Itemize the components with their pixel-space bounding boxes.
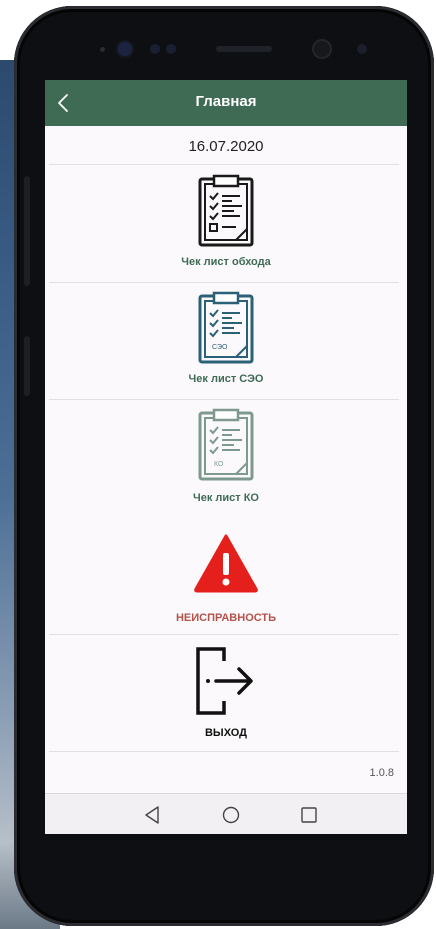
triangle-back-icon bbox=[145, 806, 159, 824]
sensor-dot bbox=[166, 44, 176, 54]
app-version: 1.0.8 bbox=[369, 767, 394, 779]
system-navbar bbox=[45, 793, 407, 834]
clipboard-code-text: СЭО bbox=[212, 344, 228, 351]
nav-recents-button[interactable] bbox=[284, 794, 334, 834]
clipboard-checklist-icon bbox=[198, 174, 254, 247]
current-date: 16.07.2020 bbox=[188, 138, 264, 155]
divider bbox=[49, 164, 399, 165]
divider bbox=[49, 751, 399, 752]
front-camera-icon bbox=[118, 42, 132, 56]
checklist-walk-label: Чек лист обхода bbox=[181, 256, 271, 268]
checklist-seo-label: Чек лист СЭО bbox=[188, 373, 264, 385]
checklist-walk-button[interactable]: Чек лист обхода bbox=[45, 166, 407, 282]
earpiece-speaker bbox=[216, 46, 272, 52]
side-button bbox=[24, 336, 30, 396]
app-screen: Главная 16.07.2020 Чек лист обхода СЭО Ч… bbox=[45, 80, 407, 834]
logout-icon bbox=[196, 647, 253, 715]
sensor-dot bbox=[150, 44, 160, 54]
clipboard-checklist-icon: СЭО bbox=[198, 291, 254, 364]
exit-button[interactable]: ВЫХОД bbox=[45, 635, 407, 751]
clipboard-code-text: КО bbox=[214, 461, 224, 468]
warning-triangle-icon bbox=[194, 534, 258, 593]
nav-home-button[interactable] bbox=[206, 794, 256, 834]
side-button bbox=[24, 176, 30, 286]
checklist-ko-button[interactable]: КО Чек лист КО bbox=[45, 400, 407, 516]
clipboard-checklist-icon: КО bbox=[198, 408, 254, 481]
malfunction-button[interactable]: НЕИСПРАВНОСТЬ bbox=[45, 516, 407, 634]
sensor-dot bbox=[100, 47, 105, 52]
page-title: Главная bbox=[195, 93, 257, 110]
malfunction-label: НЕИСПРАВНОСТЬ bbox=[175, 612, 277, 624]
nav-back-button[interactable] bbox=[128, 794, 178, 834]
checklist-ko-label: Чек лист КО bbox=[193, 492, 259, 504]
app-bar: Главная bbox=[45, 80, 407, 126]
square-recents-icon bbox=[301, 807, 317, 823]
checklist-seo-button[interactable]: СЭО Чек лист СЭО bbox=[45, 283, 407, 399]
circle-home-icon bbox=[222, 806, 240, 824]
front-camera-icon bbox=[314, 41, 330, 57]
exit-label: ВЫХОД bbox=[204, 727, 247, 739]
sensor-dot bbox=[357, 44, 367, 54]
